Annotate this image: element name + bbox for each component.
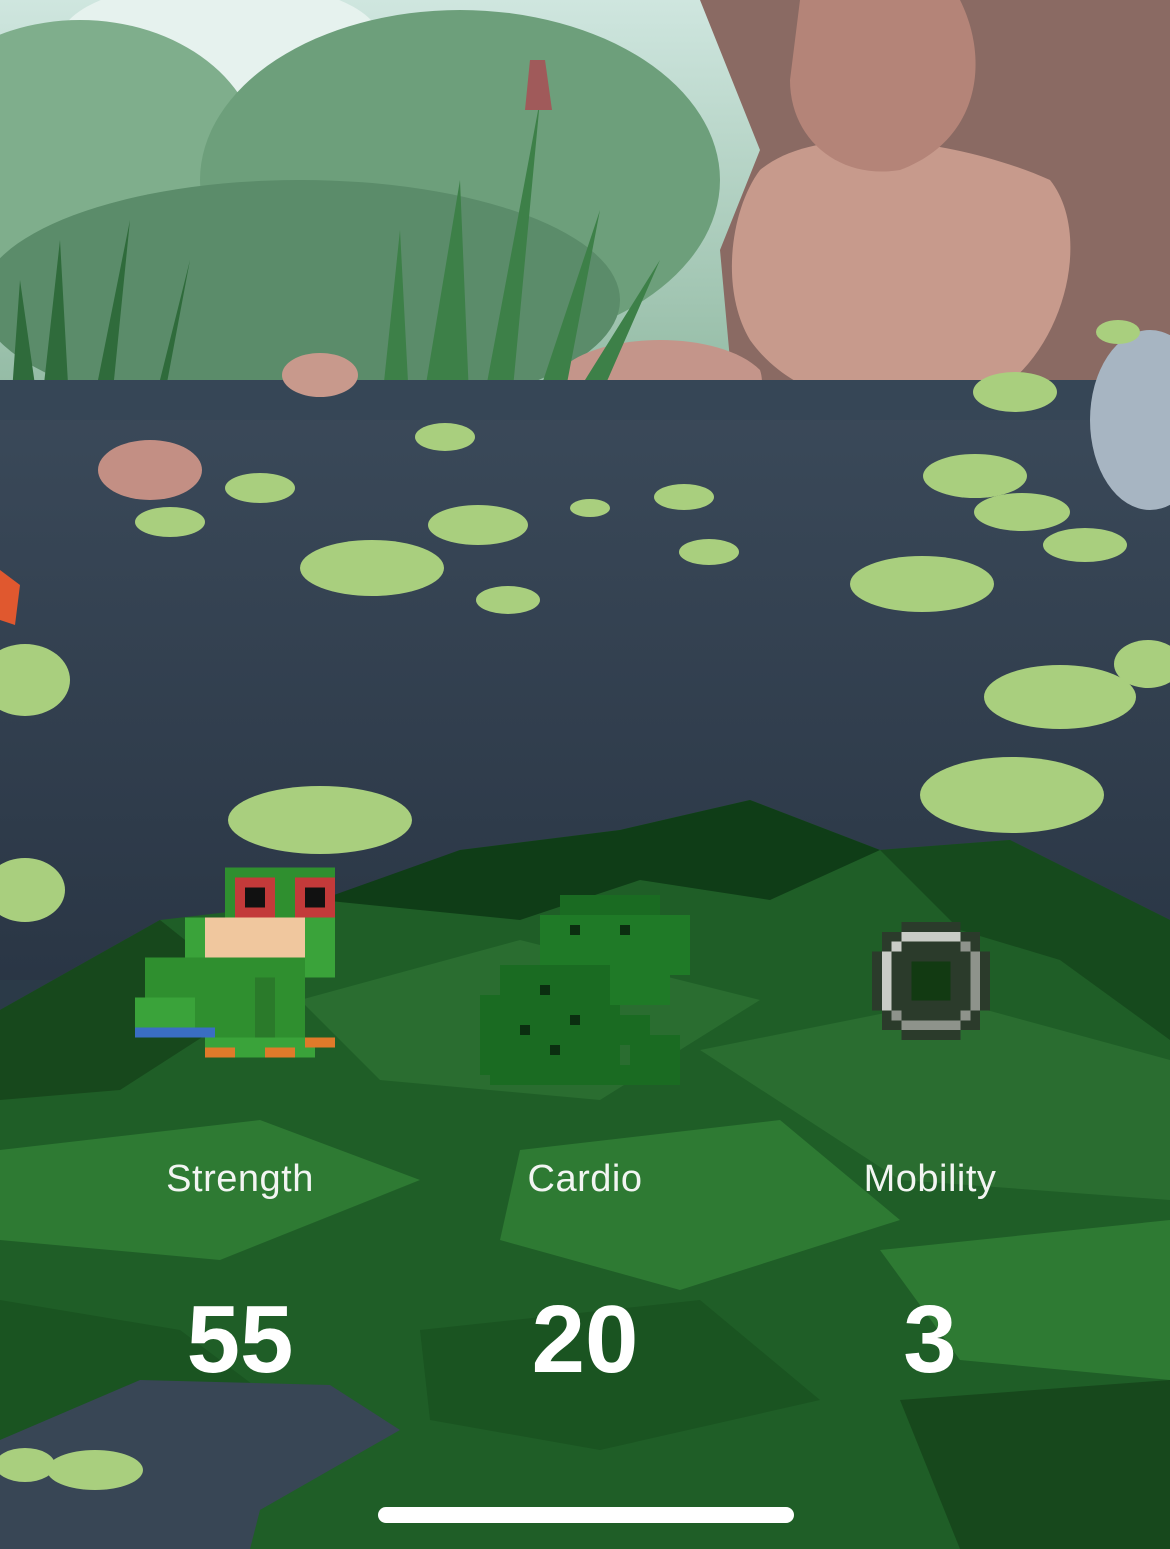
cardio-label: Cardio	[527, 1158, 643, 1200]
toad-icon	[480, 895, 690, 1085]
home-indicator[interactable]	[378, 1507, 794, 1523]
frog-egg-icon	[872, 922, 990, 1040]
strength-value: 55	[186, 1286, 294, 1393]
mobility-label: Mobility	[863, 1158, 997, 1200]
strength-label: Strength	[166, 1158, 314, 1200]
tree-frog-icon	[135, 867, 335, 1058]
mobility-value: 3	[903, 1286, 957, 1393]
cardio-frog-icon-slot[interactable]	[470, 895, 700, 1095]
cardio-value: 20	[531, 1286, 639, 1393]
mobility-frog-icon-slot[interactable]	[872, 922, 990, 1040]
strength-frog-icon-slot[interactable]	[125, 865, 345, 1070]
